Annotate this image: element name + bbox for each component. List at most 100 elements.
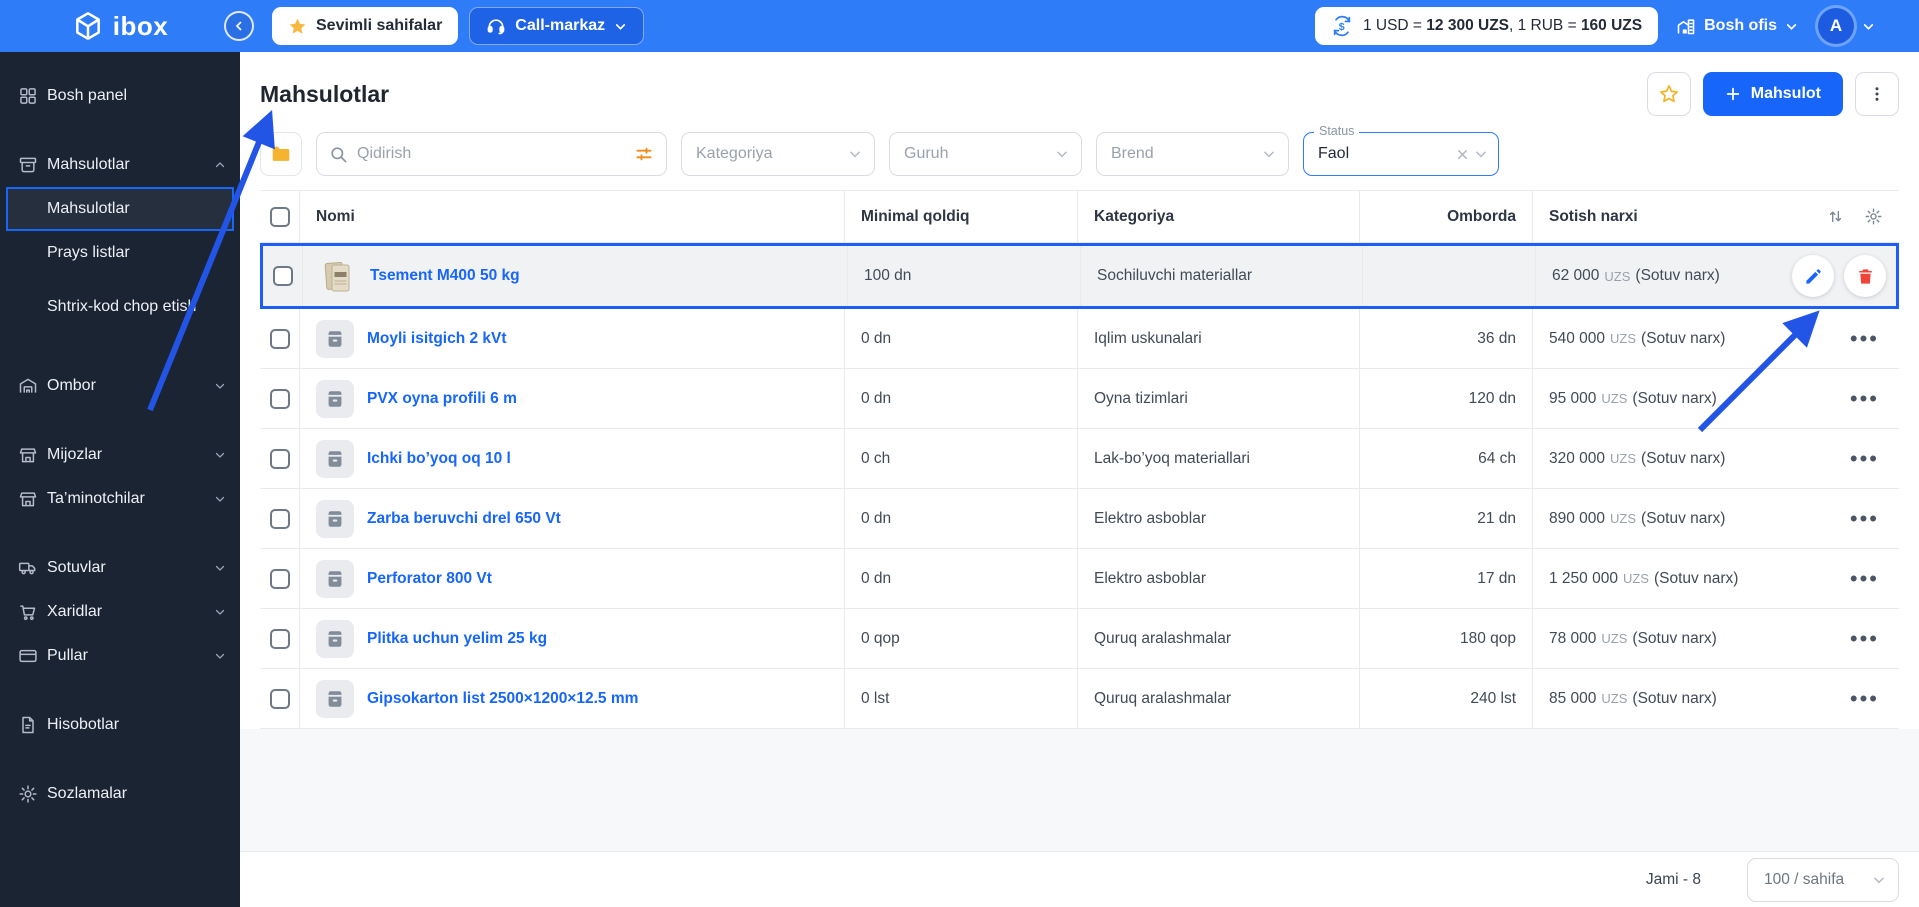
sidebar-item-xaridlar[interactable]: Xaridlar xyxy=(0,590,240,634)
row-menu-button[interactable]: ••• xyxy=(1846,447,1883,470)
table-row[interactable]: Plitka uchun yelim 25 kg 0 qop Quruq ara… xyxy=(260,609,1899,669)
column-sotish-narxi[interactable]: Sotish narxi xyxy=(1533,191,1899,242)
group-select[interactable]: Guruh xyxy=(889,132,1082,176)
favorite-page-button[interactable] xyxy=(1646,72,1691,116)
product-link[interactable]: Ichki bo’yoq oq 10 l xyxy=(367,450,511,468)
table-row[interactable]: Tsement M400 50 kg 100 dn Sochiluvchi ma… xyxy=(260,243,1899,309)
row-menu-button[interactable]: ••• xyxy=(1846,327,1883,350)
sidebar-subitem-prays-listlar[interactable]: Prays listlar xyxy=(0,231,240,275)
products-box-icon xyxy=(18,155,38,175)
total-count: Jami - 8 xyxy=(1645,870,1701,888)
product-link[interactable]: Plitka uchun yelim 25 kg xyxy=(367,630,547,648)
category-select[interactable]: Kategoriya xyxy=(681,132,875,176)
table-settings-gear-icon[interactable] xyxy=(1864,207,1883,226)
row-menu-button[interactable]: ••• xyxy=(1846,507,1883,530)
products-table: Nomi Minimal qoldiq Kategoriya Omborda S… xyxy=(260,190,1899,729)
sidebar-item-hisobotlar[interactable]: Hisobotlar xyxy=(0,703,240,747)
sidebar-item-taminotchilar[interactable]: Ta’minotchilar xyxy=(0,477,240,521)
delete-row-button[interactable] xyxy=(1844,255,1886,297)
column-omborda[interactable]: Omborda xyxy=(1360,191,1533,242)
folders-button[interactable] xyxy=(260,132,302,176)
product-link[interactable]: Gipsokarton list 2500×1200×12.5 mm xyxy=(367,690,638,708)
favorites-pages-button[interactable]: Sevimli sahifalar xyxy=(272,7,459,45)
call-center-button[interactable]: Call-markaz xyxy=(469,7,645,45)
product-link[interactable]: Perforator 800 Vt xyxy=(367,570,492,588)
table-row[interactable]: Gipsokarton list 2500×1200×12.5 mm 0 lst… xyxy=(260,669,1899,729)
cell-minimal-qoldiq: 0 ch xyxy=(845,429,1078,488)
search-icon xyxy=(331,146,347,162)
sidebar-item-pullar[interactable]: Pullar xyxy=(0,634,240,678)
product-link[interactable]: Tsement M400 50 kg xyxy=(370,267,520,285)
cell-sotish-narxi: 62 000 UZS (Sotuv narx) ••• xyxy=(1536,246,1896,306)
office-building-icon xyxy=(1677,19,1695,35)
sidebar-collapse-button[interactable] xyxy=(224,11,254,41)
sort-icon[interactable] xyxy=(1827,208,1844,225)
app-logo: ibox xyxy=(0,10,240,42)
sidebar-item-mahsulotlar[interactable]: Mahsulotlar xyxy=(0,143,240,187)
table-row[interactable]: PVX oyna profili 6 m 0 dn Oyna tizimlari… xyxy=(260,369,1899,429)
table-row[interactable]: Perforator 800 Vt 0 dn Elektro asboblar … xyxy=(260,549,1899,609)
filter-bar: Kategoriya Guruh Brend Status Faol xyxy=(240,116,1919,176)
filter-sliders-icon[interactable] xyxy=(634,144,654,164)
status-field-label: Status xyxy=(1314,124,1360,138)
clear-x-icon[interactable] xyxy=(1455,147,1470,162)
document-icon xyxy=(18,715,38,735)
page-title: Mahsulotlar xyxy=(260,80,390,107)
table-row[interactable]: Zarba beruvchi drel 650 Vt 0 dn Elektro … xyxy=(260,489,1899,549)
product-link[interactable]: Zarba beruvchi drel 650 Vt xyxy=(367,510,561,528)
content-background xyxy=(240,729,1919,851)
column-minimal-qoldiq[interactable]: Minimal qoldiq xyxy=(845,191,1078,242)
status-select[interactable]: Status Faol xyxy=(1303,124,1499,176)
group-placeholder: Guruh xyxy=(904,145,949,162)
row-menu-button[interactable]: ••• xyxy=(1846,687,1883,710)
sidebar-item-bosh-panel[interactable]: Bosh panel xyxy=(0,74,240,118)
table-row[interactable]: Moyli isitgich 2 kVt 0 dn Iqlim uskunala… xyxy=(260,309,1899,369)
row-checkbox[interactable] xyxy=(269,628,290,649)
sidebar-item-sotuvlar[interactable]: Sotuvlar xyxy=(0,546,240,590)
sidebar-subitem-shtrix-kod[interactable]: Shtrix-kod chop etish xyxy=(0,275,240,339)
table-body: Tsement M400 50 kg 100 dn Sochiluvchi ma… xyxy=(260,243,1899,729)
avatar[interactable]: A xyxy=(1818,8,1854,44)
table-row[interactable]: Ichki bo’yoq oq 10 l 0 ch Lak-bo’yoq mat… xyxy=(260,429,1899,489)
column-kategoriya[interactable]: Kategoriya xyxy=(1078,191,1360,242)
pagination-bar: Jami - 8 100 / sahifa xyxy=(240,851,1919,907)
row-checkbox[interactable] xyxy=(272,266,293,286)
cell-minimal-qoldiq: 0 dn xyxy=(845,309,1078,368)
row-checkbox[interactable] xyxy=(269,328,290,349)
exchange-rate-widget[interactable]: $ 1 USD = 12 300 UZS, 1 RUB = 160 UZS xyxy=(1314,7,1659,45)
currency-refresh-icon: $ xyxy=(1333,15,1351,37)
sidebar-label: Pullar xyxy=(47,647,88,664)
select-all-checkbox[interactable] xyxy=(269,206,290,227)
add-product-button[interactable]: Mahsulot xyxy=(1702,72,1843,116)
row-menu-button[interactable]: ••• xyxy=(1846,567,1883,590)
user-menu[interactable]: A xyxy=(1818,8,1875,44)
cell-minimal-qoldiq: 100 dn xyxy=(848,246,1081,306)
cell-sotish-narxi: 1 250 000 UZS (Sotuv narx) ••• xyxy=(1533,549,1899,608)
sidebar-label: Hisobotlar xyxy=(47,716,120,733)
office-selector[interactable]: Bosh ofis xyxy=(1676,16,1798,36)
edit-row-button[interactable] xyxy=(1792,255,1834,297)
row-checkbox[interactable] xyxy=(269,688,290,709)
cell-minimal-qoldiq: 0 lst xyxy=(845,669,1078,728)
row-checkbox[interactable] xyxy=(269,448,290,469)
sidebar-item-ombor[interactable]: Ombor xyxy=(0,364,240,408)
row-checkbox[interactable] xyxy=(269,508,290,529)
product-image-cement xyxy=(319,257,357,295)
sidebar-item-sozlamalar[interactable]: Sozlamalar xyxy=(0,772,240,816)
search-input[interactable] xyxy=(357,145,625,163)
row-menu-button[interactable]: ••• xyxy=(1846,387,1883,410)
sidebar-subitem-mahsulotlar-active[interactable]: Mahsulotlar xyxy=(6,187,234,231)
call-center-label: Call-markaz xyxy=(515,17,606,34)
row-checkbox[interactable] xyxy=(269,388,290,409)
more-actions-button[interactable] xyxy=(1855,72,1899,116)
product-link[interactable]: Moyli isitgich 2 kVt xyxy=(367,330,507,348)
page-size-select[interactable]: 100 / sahifa xyxy=(1747,857,1899,902)
column-nomi[interactable]: Nomi xyxy=(300,191,845,242)
search-box[interactable] xyxy=(316,132,667,176)
product-link[interactable]: PVX oyna profili 6 m xyxy=(367,390,517,408)
favorites-label: Sevimli sahifalar xyxy=(316,17,443,34)
brand-select[interactable]: Brend xyxy=(1096,132,1289,176)
row-menu-button[interactable]: ••• xyxy=(1846,627,1883,650)
row-checkbox[interactable] xyxy=(269,568,290,589)
sidebar-item-mijozlar[interactable]: Mijozlar xyxy=(0,433,240,477)
